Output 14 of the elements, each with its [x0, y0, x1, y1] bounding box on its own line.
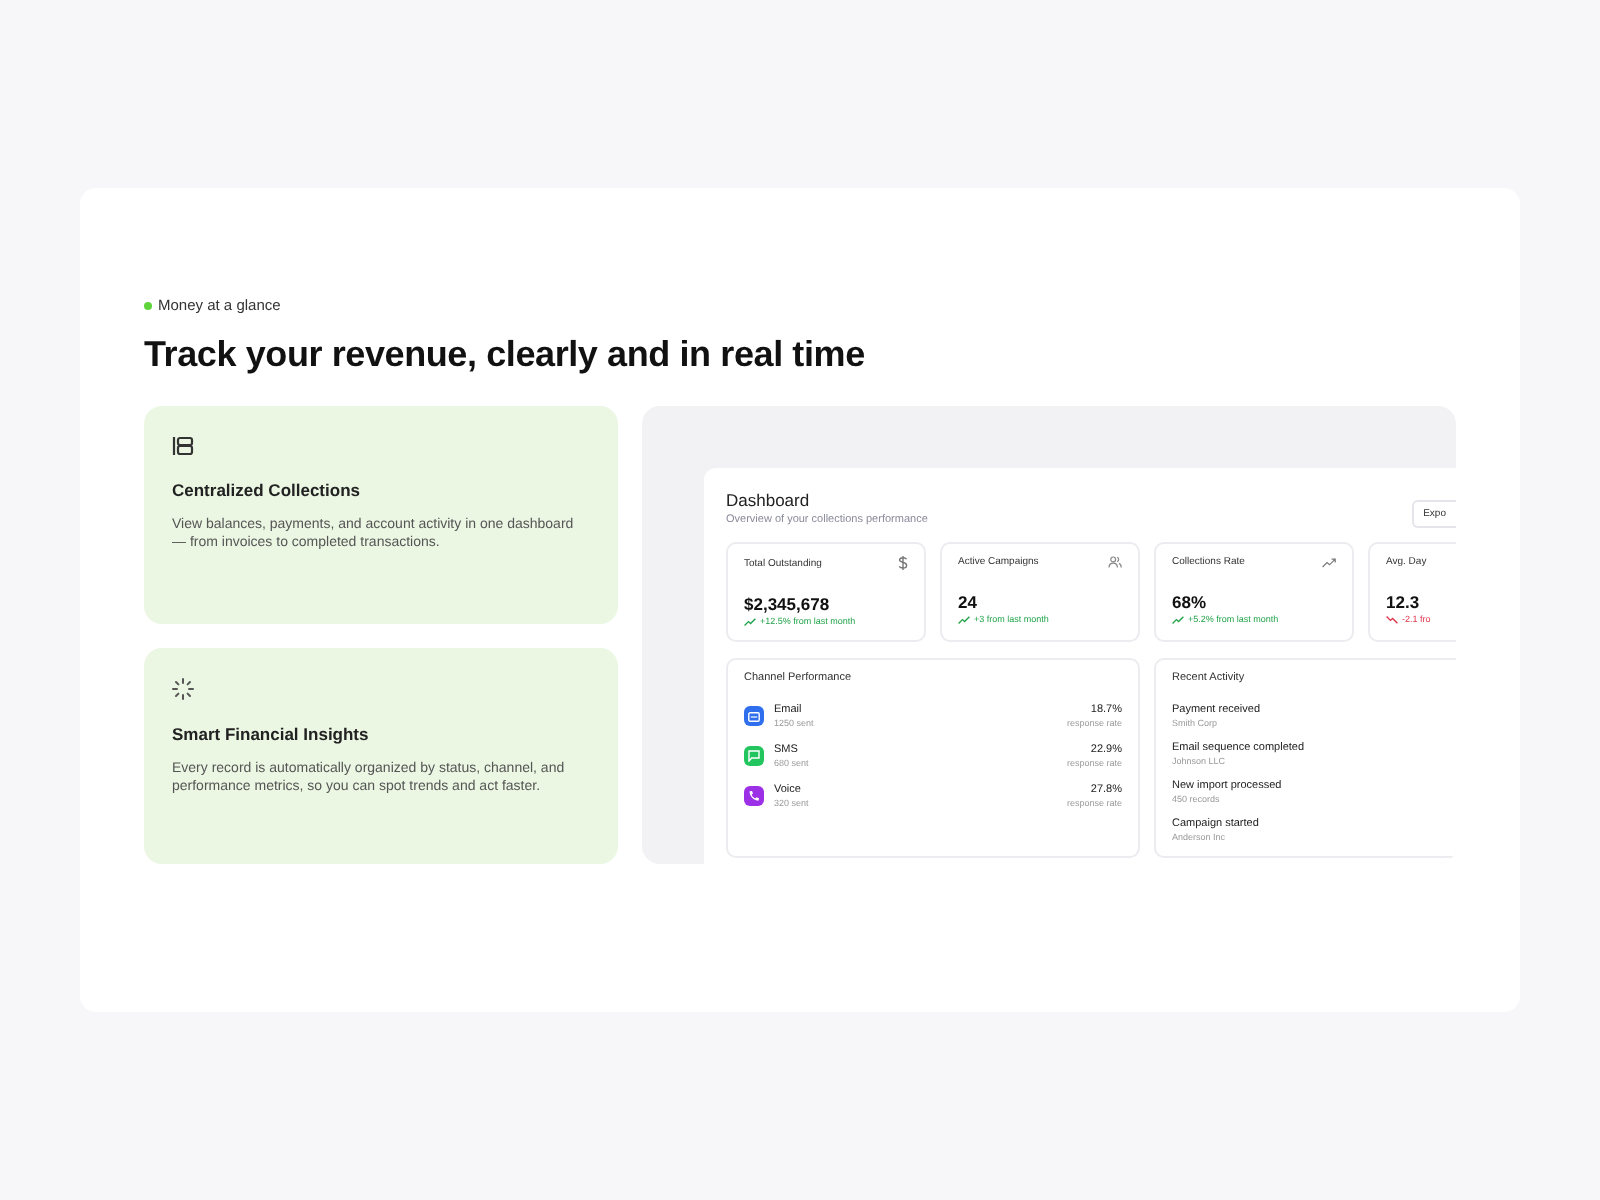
loader-icon	[172, 677, 194, 699]
feature-title: Centralized Collections	[172, 480, 362, 500]
status-dot	[144, 301, 152, 309]
stat-value: 12.3	[1386, 592, 1422, 612]
feature-title: Smart Financial Insights	[172, 723, 371, 743]
stat-value: 68%	[1172, 592, 1209, 612]
stat-value: 24	[958, 592, 979, 612]
users-icon	[1108, 556, 1122, 568]
layout-icon	[172, 436, 194, 456]
dashboard-title: Dashboard	[726, 490, 812, 510]
trend-up-icon	[1322, 557, 1336, 567]
stat-value: $2,345,678	[744, 594, 832, 614]
dollar-icon	[898, 556, 908, 570]
headline: Track your revenue, clearly and in real time	[144, 334, 867, 376]
